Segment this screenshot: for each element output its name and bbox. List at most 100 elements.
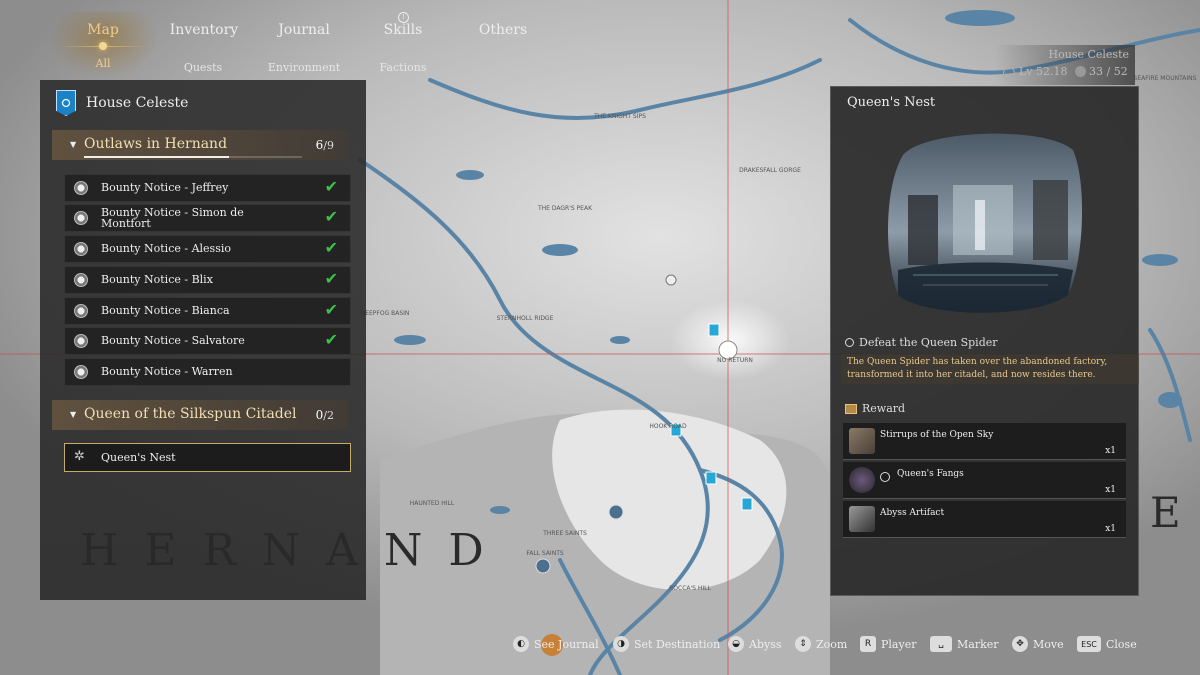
control-close[interactable]: ESC Close — [1077, 636, 1137, 652]
artifact-icon — [849, 506, 875, 532]
map-place-label: DEEPFOG BASIN — [361, 310, 410, 317]
tab-others[interactable]: Others — [472, 22, 534, 38]
list-item[interactable]: Bounty Notice - Blix ✔ — [64, 266, 351, 294]
control-zoom[interactable]: ⇕ Zoom — [795, 636, 847, 652]
reward-qty: x1 — [1105, 446, 1116, 456]
check-icon: ✔ — [324, 330, 338, 349]
map-place-label: DRAKESFALL GORGE — [739, 167, 801, 174]
abyss-mark-icon — [880, 472, 890, 482]
reward-header-label: Reward — [862, 402, 906, 415]
quest-label: Bounty Notice - Salvatore — [101, 334, 245, 347]
mouse-icon: ◒ — [728, 636, 744, 652]
tab-journal[interactable]: Journal — [272, 22, 336, 38]
mouse-icon: ◐ — [513, 636, 529, 652]
house-status-name: House Celeste — [1048, 48, 1129, 61]
reward-item[interactable]: Queen's Fangs x1 — [843, 462, 1126, 499]
group-progress-total: /9 — [323, 139, 334, 152]
map-place-label: SEAFIRE MOUNTAINS — [1134, 75, 1197, 82]
faction-banner-icon — [56, 90, 76, 116]
shield-icon — [74, 181, 88, 195]
fangs-icon — [849, 467, 875, 493]
chest-icon — [845, 403, 857, 414]
objective: Defeat the Queen Spider — [845, 336, 998, 349]
reward-qty: x1 — [1105, 524, 1116, 534]
control-label: Player — [881, 637, 917, 651]
quest-group-outlaws[interactable]: ▼ Outlaws in Hernand 6/9 — [52, 130, 348, 160]
reward-qty: x1 — [1105, 485, 1116, 495]
list-item[interactable]: Bounty Notice - Simon de Montfort ✔ — [64, 204, 351, 232]
reward-item[interactable]: Stirrups of the Open Sky x1 — [843, 423, 1126, 460]
control-set-destination[interactable]: ◑ Set Destination — [613, 636, 720, 652]
map-place-label: THE DAGR'S PEAK — [537, 205, 593, 212]
quest-label: Bounty Notice - Jeffrey — [101, 181, 229, 194]
reward-item[interactable]: Abyss Artifact x1 — [843, 501, 1126, 538]
bounty-count-icon — [1075, 66, 1086, 77]
control-label: Set Destination — [634, 637, 721, 651]
control-marker[interactable]: ␣ Marker — [930, 636, 999, 652]
tab-inventory[interactable]: Inventory — [168, 22, 240, 38]
move-icon: ✥ — [1012, 636, 1028, 652]
control-see-journal[interactable]: ◐ See Journal — [513, 636, 599, 652]
control-label: Marker — [957, 637, 999, 651]
group-title: Queen of the Silkspun Citadel — [84, 406, 297, 422]
map-place-label: THREE SAINTS — [542, 530, 587, 537]
mouse-icon: ◑ — [613, 636, 629, 652]
key-esc-icon: ESC — [1077, 636, 1101, 652]
group-title: Outlaws in Hernand — [84, 136, 228, 152]
shield-icon — [74, 211, 88, 225]
stirrups-icon — [849, 428, 875, 454]
list-item[interactable]: Bounty Notice - Jeffrey ✔ — [64, 174, 351, 202]
bounty-count: 33 / 52 — [1089, 65, 1128, 78]
map-place-label: THE KNIGHT SIPS — [593, 113, 646, 120]
reward-name: Stirrups of the Open Sky — [880, 430, 994, 440]
control-abyss[interactable]: ◒ Abyss — [728, 636, 782, 652]
map-place-label: NO RETURN — [717, 357, 753, 364]
shield-icon — [74, 273, 88, 287]
group-progress: 0/2 — [316, 408, 334, 422]
reward-name: Queen's Fangs — [897, 469, 964, 479]
quest-group-silkspun[interactable]: ▼ Queen of the Silkspun Citadel 0/2 — [52, 400, 348, 430]
quest-label: Bounty Notice - Alessio — [101, 242, 231, 255]
subtab-quests[interactable]: Quests — [172, 61, 234, 74]
level-icon — [1003, 67, 1015, 79]
quest-label: Bounty Notice - Simon de Montfort — [101, 206, 244, 230]
map-place-label: ROCCA'S HILL — [669, 585, 711, 592]
map-place-label: STERNHOLL RIDGE — [497, 315, 554, 322]
key-space-icon: ␣ — [930, 636, 952, 652]
region-label-right: E — [1150, 488, 1185, 537]
control-label: Move — [1033, 637, 1064, 651]
quest-detail-panel: Queen's Nest Defeat the Queen Spider The… — [830, 86, 1139, 596]
house-status-panel: House Celeste Lv 52.18 33 / 52 — [995, 45, 1135, 85]
list-item[interactable]: Bounty Notice - Salvatore ✔ — [64, 327, 351, 355]
tab-map[interactable]: Map — [80, 22, 126, 38]
control-player[interactable]: R Player — [860, 636, 916, 652]
spider-icon: ✲ — [74, 449, 85, 464]
faction-header: House Celeste — [56, 88, 188, 118]
list-item[interactable]: Bounty Notice - Warren — [64, 358, 351, 386]
group-progress-fill — [84, 156, 230, 158]
control-label: Abyss — [749, 637, 782, 651]
quest-label: Bounty Notice - Blix — [101, 273, 213, 286]
list-item[interactable]: Bounty Notice - Alessio ✔ — [64, 235, 351, 263]
check-icon: ✔ — [324, 238, 338, 257]
list-item[interactable]: Bounty Notice - Bianca ✔ — [64, 297, 351, 325]
quest-label: Bounty Notice - Warren — [101, 365, 233, 378]
quest-location-image — [887, 133, 1083, 313]
subtab-all[interactable]: All — [84, 57, 122, 70]
check-icon: ✔ — [324, 269, 338, 288]
expand-arrow-icon: ▼ — [70, 140, 77, 149]
objective-status-icon — [845, 338, 854, 347]
shield-icon — [74, 304, 88, 318]
check-icon: ✔ — [324, 300, 338, 319]
shield-icon — [74, 242, 88, 256]
list-item-selected[interactable]: ✲ Queen's Nest — [64, 443, 351, 472]
subtab-environment[interactable]: Environment — [262, 61, 346, 74]
tab-skills[interactable]: Skills — [374, 22, 432, 38]
subtab-factions[interactable]: Factions — [372, 61, 434, 74]
house-level: Lv 52.18 — [1019, 65, 1068, 78]
key-r-icon: R — [860, 636, 876, 652]
map-tab-indicator — [99, 42, 107, 50]
map-place-label: FALL SAINTS — [526, 550, 564, 557]
control-move[interactable]: ✥ Move — [1012, 636, 1064, 652]
control-label: Close — [1106, 637, 1137, 651]
